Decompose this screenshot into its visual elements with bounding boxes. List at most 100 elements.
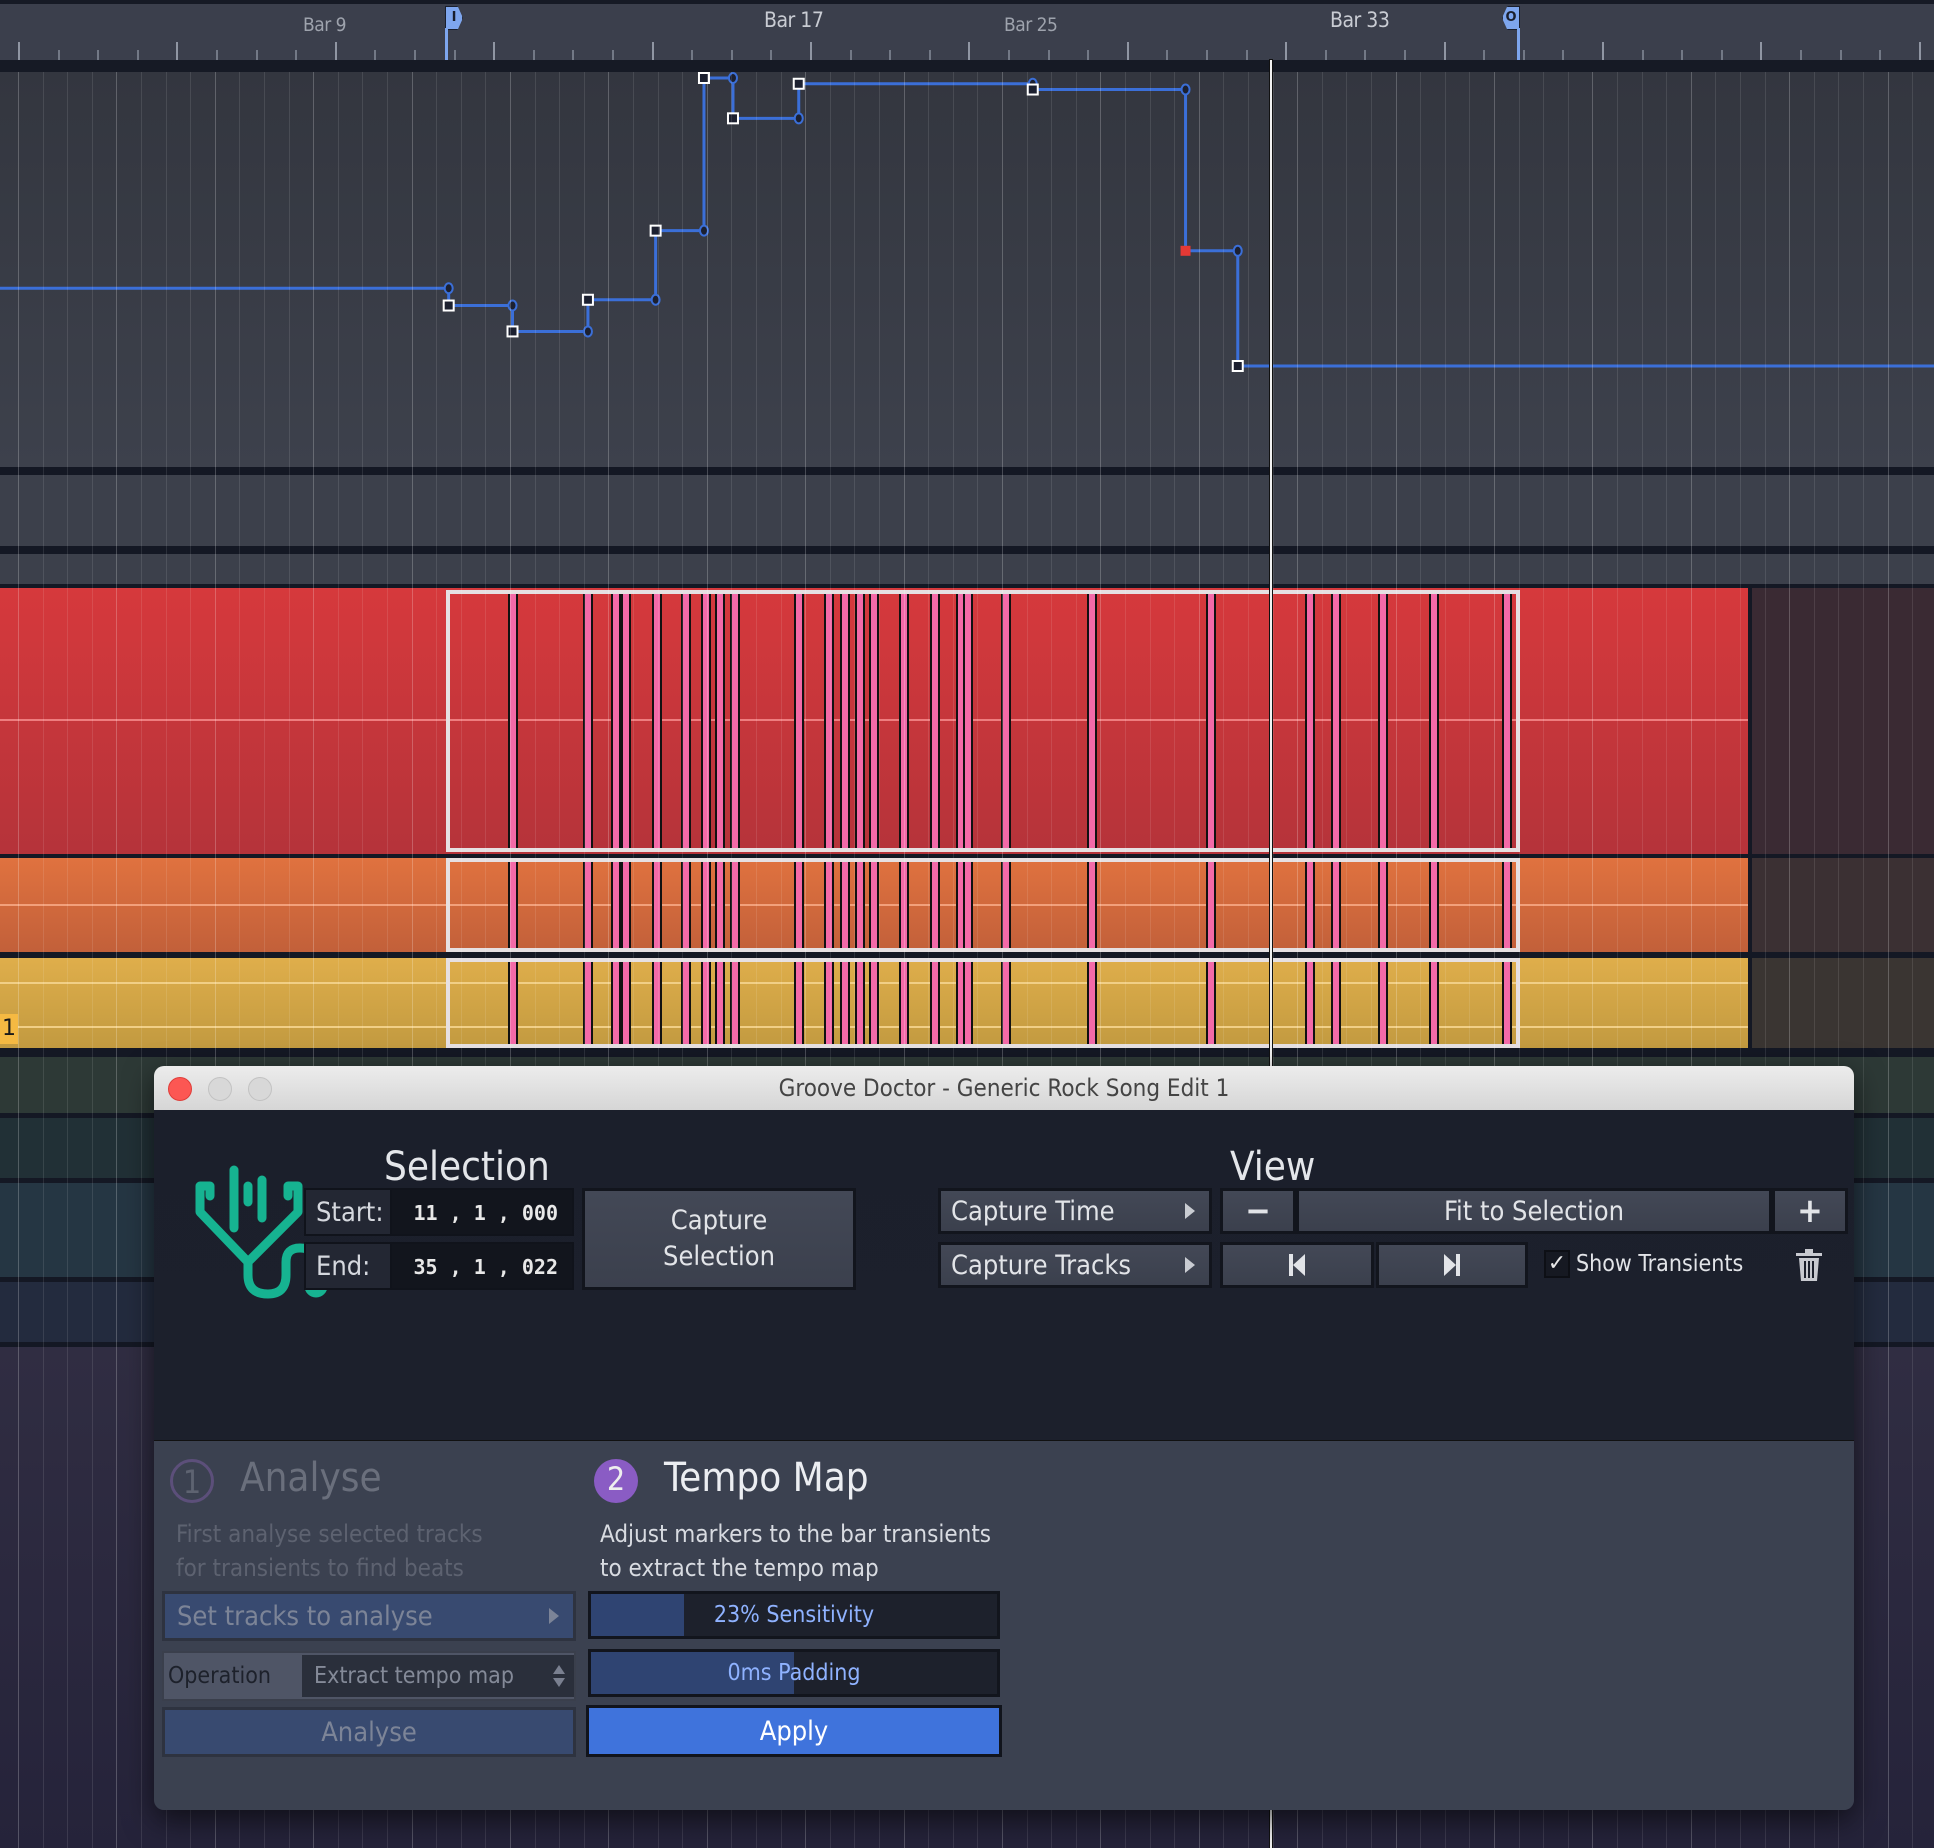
transient-marker[interactable] [729,962,740,1044]
transient-marker[interactable] [680,962,691,1044]
show-transients-checkbox[interactable]: ✓ [1544,1250,1570,1278]
transient-marker[interactable] [582,594,593,848]
transient-marker[interactable] [1086,594,1097,848]
transient-marker[interactable] [700,962,711,1044]
padding-slider[interactable]: 0ms Padding [588,1649,1000,1697]
transient-marker[interactable] [840,862,851,948]
transient-marker[interactable] [1502,962,1513,1044]
transient-marker[interactable] [680,594,691,848]
tempo-automation-lane[interactable] [0,72,1934,467]
transient-marker[interactable] [1429,862,1440,948]
transient-marker[interactable] [854,594,865,848]
transient-marker[interactable] [1206,962,1217,1044]
transient-marker[interactable] [652,962,662,1044]
transient-marker[interactable] [700,862,711,948]
transient-marker[interactable] [729,862,740,948]
transient-marker[interactable] [611,962,622,1044]
tempo-handle[interactable] [507,299,518,312]
tempo-line[interactable] [0,76,1934,368]
transient-marker[interactable] [1378,962,1389,1044]
transient-marker[interactable] [1086,862,1097,948]
sensitivity-slider[interactable]: 23% Sensitivity [588,1591,1000,1639]
transient-marker[interactable] [1330,862,1341,948]
transient-marker[interactable] [869,862,880,948]
transient-marker[interactable] [1330,962,1341,1044]
transient-marker[interactable] [963,594,974,848]
transient-marker[interactable] [899,594,910,848]
transient-marker[interactable] [854,962,865,1044]
transient-marker[interactable] [1206,862,1217,948]
tempo-point[interactable] [792,77,805,90]
transient-marker[interactable] [715,962,726,1044]
analyse-button[interactable]: Analyse [162,1707,576,1757]
tempo-point-selected[interactable] [1180,245,1191,256]
tempo-point[interactable] [442,299,455,312]
transient-marker[interactable] [729,594,740,848]
start-position-field[interactable]: 11 , 1 , 000 [390,1188,574,1236]
transient-marker[interactable] [582,862,593,948]
transient-marker[interactable] [824,962,835,1044]
track-red[interactable] [0,588,1934,854]
transient-marker[interactable] [794,594,805,848]
tempo-point[interactable] [1231,360,1244,372]
jump-to-start-button[interactable] [1220,1242,1374,1288]
loop-start-marker[interactable] [445,28,448,60]
track-marker-badge[interactable]: 1 [0,1014,18,1044]
transient-marker[interactable] [621,862,632,948]
transient-marker[interactable] [652,594,662,848]
transient-marker[interactable] [1001,862,1012,948]
transient-marker[interactable] [700,594,711,848]
operation-select[interactable]: Extract tempo map [302,1655,574,1697]
set-tracks-to-analyse-menu[interactable]: Set tracks to analyse [162,1591,576,1641]
transient-marker[interactable] [929,962,940,1044]
transient-marker[interactable] [1206,594,1217,848]
transient-marker[interactable] [794,862,805,948]
tempo-point[interactable] [506,325,519,338]
transient-marker[interactable] [507,962,518,1044]
fit-to-selection-button[interactable]: Fit to Selection [1296,1188,1772,1234]
transient-marker[interactable] [1378,594,1389,848]
transient-marker[interactable] [611,862,622,948]
transient-marker[interactable] [1304,962,1315,1044]
transient-marker[interactable] [611,594,622,848]
empty-lane[interactable] [0,554,1934,584]
transient-marker[interactable] [824,594,835,848]
transient-marker[interactable] [715,594,726,848]
tempo-handle[interactable] [1180,83,1191,96]
transient-marker[interactable] [854,862,865,948]
dialog-titlebar[interactable]: Groove Doctor - Generic Rock Song Edit 1 [154,1066,1854,1111]
tempo-handle[interactable] [1232,244,1243,257]
transient-marker[interactable] [1304,862,1315,948]
tempo-point[interactable] [697,72,710,84]
tempo-handle[interactable] [443,282,454,295]
tempo-point[interactable] [726,112,739,125]
transient-marker[interactable] [794,962,805,1044]
tempo-handle[interactable] [698,224,709,237]
transient-marker[interactable] [963,962,974,1044]
transient-marker[interactable] [582,962,593,1044]
transient-marker[interactable] [1502,594,1513,848]
zoom-in-button[interactable]: + [1772,1188,1848,1234]
tempo-point[interactable] [649,224,662,237]
transient-marker[interactable] [929,862,940,948]
transient-marker[interactable] [824,862,835,948]
transient-marker[interactable] [715,862,726,948]
transient-marker[interactable] [899,962,910,1044]
track-orange[interactable] [0,854,1934,956]
jump-to-end-button[interactable] [1376,1242,1528,1288]
transient-marker[interactable] [1378,862,1389,948]
track-yellow[interactable]: 1 [0,956,1934,1052]
transient-marker[interactable] [840,594,851,848]
capture-selection-button[interactable]: Capture Selection [582,1188,856,1290]
tempo-point[interactable] [1026,83,1039,96]
end-position-field[interactable]: 35 , 1 , 022 [390,1242,574,1290]
tempo-handle[interactable] [582,325,593,338]
transient-marker[interactable] [1001,594,1012,848]
empty-lane[interactable] [0,475,1934,546]
transient-marker[interactable] [652,862,662,948]
apply-button[interactable]: Apply [586,1705,1002,1757]
transient-marker[interactable] [1001,962,1012,1044]
zoom-out-button[interactable]: − [1220,1188,1296,1234]
transient-marker[interactable] [869,962,880,1044]
transient-marker[interactable] [869,594,880,848]
